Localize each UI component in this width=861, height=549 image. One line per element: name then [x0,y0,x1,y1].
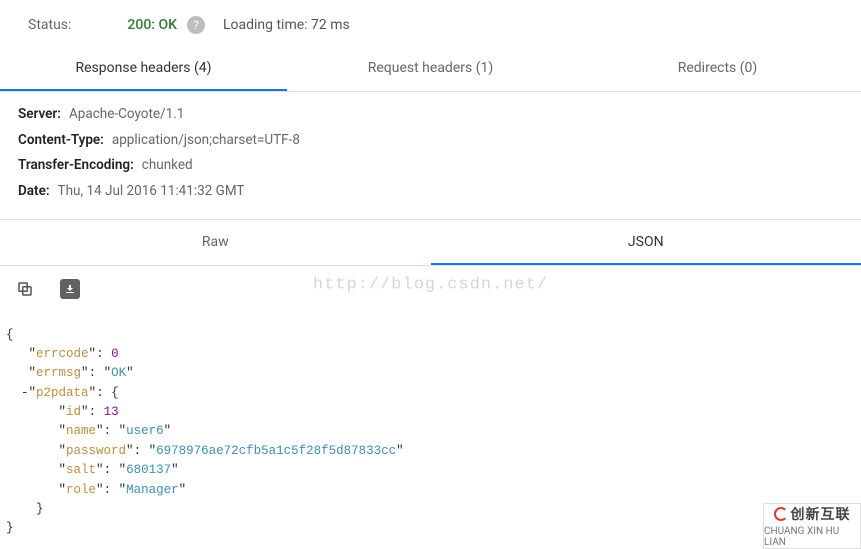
tab-response-headers[interactable]: Response headers (4) [0,46,287,91]
tab-redirects[interactable]: Redirects (0) [574,46,861,91]
status-bar: Status: 200: OK ? Loading time: 72 ms [0,0,861,46]
json-line: "password": "6978976ae72cfb5a1c5f28f5d87… [6,442,855,461]
json-viewer: { "errcode": 0 "errmsg": "OK" -"p2pdata"… [0,304,861,545]
header-key: Content-Type: [18,128,104,154]
download-icon[interactable] [60,279,80,299]
tab-raw[interactable]: Raw [0,220,431,265]
json-line: "id": 13 [6,403,855,422]
tab-json[interactable]: JSON [431,220,861,265]
header-row: Date: Thu, 14 Jul 2016 11:41:32 GMT [18,179,843,205]
brand-logo: 创新互联 CHUANG XIN HU LIAN [763,503,861,549]
json-line: "salt": "680137" [6,461,855,480]
header-key: Server: [18,102,61,128]
json-line: } [6,519,855,538]
header-key: Date: [18,179,50,205]
copy-icon[interactable] [14,278,36,300]
loading-time: Loading time: 72 ms [223,17,350,33]
json-line: { [6,326,855,345]
json-line: "name": "user6" [6,422,855,441]
json-line: "errcode": 0 [6,345,855,364]
collapse-toggle-icon[interactable]: - [21,386,29,400]
header-key: Transfer-Encoding: [18,153,134,179]
help-icon[interactable]: ? [187,16,205,34]
logo-c-icon [774,507,788,521]
view-tabs: Raw JSON [0,220,861,266]
logo-mark: 创新互联 [774,504,851,524]
header-value: Apache-Coyote/1.1 [69,102,184,128]
json-line: "errmsg": "OK" [6,364,855,383]
json-line: "role": "Manager" [6,481,855,500]
json-toolbar: http://blog.csdn.net/ [0,266,861,304]
logo-subtext: CHUANG XIN HU LIAN [764,526,860,548]
header-row: Server: Apache-Coyote/1.1 [18,102,843,128]
header-value: chunked [142,153,193,179]
header-value: application/json;charset=UTF-8 [112,128,300,154]
header-row: Transfer-Encoding: chunked [18,153,843,179]
watermark-text: http://blog.csdn.net/ [313,275,548,294]
json-line: } [6,500,855,519]
tab-request-headers[interactable]: Request headers (1) [287,46,574,91]
status-code: 200: OK [127,17,177,33]
header-row: Content-Type: application/json;charset=U… [18,128,843,154]
json-line[interactable]: -"p2pdata": { [6,384,855,403]
header-tabs: Response headers (4) Request headers (1)… [0,46,861,92]
status-label: Status: [28,17,71,33]
header-value: Thu, 14 Jul 2016 11:41:32 GMT [58,179,245,205]
response-headers-list: Server: Apache-Coyote/1.1 Content-Type: … [0,92,861,220]
